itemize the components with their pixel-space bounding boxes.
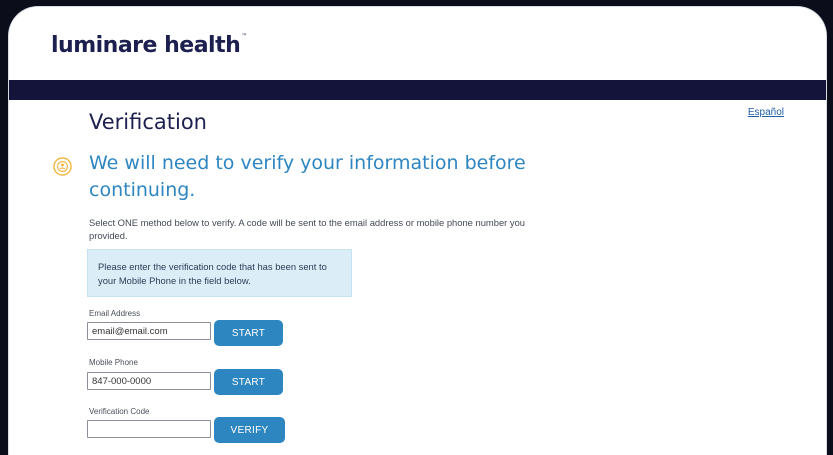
navigation-bar	[9, 80, 826, 100]
verify-button[interactable]: VERIFY	[214, 417, 285, 443]
verification-subheading: We will need to verify your information …	[89, 152, 526, 201]
browser-frame: luminare health™ Español Verification We…	[8, 6, 827, 455]
language-espanol-link[interactable]: Español	[748, 107, 784, 118]
info-badge-icon	[53, 157, 72, 176]
mobile-phone-field[interactable]	[87, 372, 211, 390]
trademark-symbol: ™	[241, 33, 247, 40]
email-start-button[interactable]: START	[214, 320, 283, 346]
luminare-health-logo[interactable]: luminare health™	[51, 33, 247, 58]
verification-alert: Please enter the verification code that …	[87, 249, 352, 297]
logo-text: luminare health	[51, 33, 241, 58]
email-field[interactable]	[87, 322, 211, 340]
verification-code-label: Verification Code	[89, 407, 150, 416]
site-header: luminare health™	[9, 7, 826, 80]
page-title: Verification	[89, 110, 207, 134]
phone-start-button[interactable]: START	[214, 369, 283, 395]
email-address-label: Email Address	[89, 309, 141, 318]
instructions-text: Select ONE method below to verify. A cod…	[89, 217, 525, 241]
verification-code-field[interactable]	[87, 420, 211, 438]
mobile-phone-label: Mobile Phone	[89, 358, 138, 367]
